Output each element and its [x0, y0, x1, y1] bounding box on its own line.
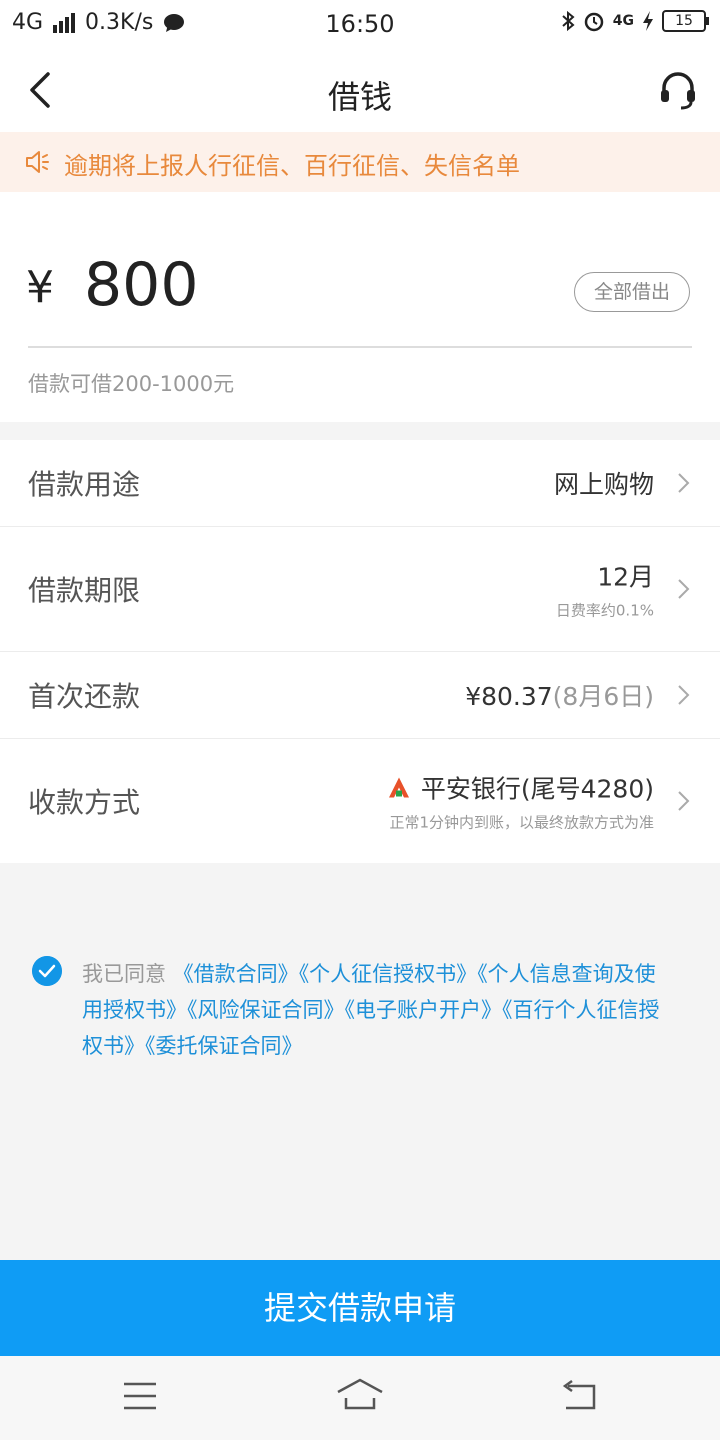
submit-loan-button[interactable]: 提交借款申请 — [0, 1260, 720, 1356]
alarm-icon — [584, 12, 604, 32]
loan-purpose-value: 网上购物 — [553, 470, 654, 499]
row-label: 收款方式 — [28, 786, 141, 819]
menu-icon[interactable] — [122, 1378, 158, 1414]
checkbox-checked-icon[interactable] — [32, 956, 62, 986]
link-loan-contract[interactable]: 《借款合同》 — [173, 962, 299, 986]
row-loan-term[interactable]: 借款期限 12月 日费率约0.1% — [0, 527, 720, 652]
row-value: 12月 日费率约0.1% — [556, 558, 654, 621]
arrival-note: 正常1分钟内到账，以最终放款方式为准 — [389, 813, 654, 832]
amount-range-hint: 借款可借200-1000元 — [28, 372, 235, 396]
notice-text: 逾期将上报人行征信、百行征信、失信名单 — [64, 152, 520, 180]
agreement-section: 我已同意 《借款合同》《个人征信授权书》《个人信息查询及使用授权书》《风险保证合… — [32, 956, 672, 1064]
amount-card: ¥ 800 全部借出 借款可借200-1000元 — [0, 192, 720, 422]
row-value: ¥80.37(8月6日) — [465, 677, 654, 713]
system-nav-bar — [0, 1356, 720, 1440]
agree-prefix: 我已同意 — [82, 962, 166, 986]
headset-icon[interactable] — [658, 70, 698, 112]
page-title: 借钱 — [327, 78, 392, 116]
daily-rate: 日费率约0.1% — [555, 601, 654, 620]
row-value: 网上购物 — [554, 465, 654, 501]
link-entrusted-guarantee-contract[interactable]: 《委托保证合同》 — [145, 1034, 303, 1058]
amount-input[interactable]: 800 — [84, 250, 199, 320]
amount-divider — [28, 346, 692, 348]
status-bar: 4G 0.3K/s 16:50 4G 15 — [0, 0, 720, 50]
overdue-notice: 逾期将上报人行征信、百行征信、失信名单 — [0, 132, 720, 192]
first-repayment-amount: ¥80.37 — [465, 682, 553, 711]
currency-symbol: ¥ — [26, 262, 54, 313]
mobile-net: 4G — [612, 13, 634, 29]
row-receive-method[interactable]: 收款方式 平安银行(尾号4280) 正常1分钟内到账，以最终放款方式为准 — [0, 739, 720, 863]
bank-account: 平安银行(尾号4280) — [420, 774, 654, 804]
chevron-right-icon — [678, 791, 690, 811]
borrow-all-button[interactable]: 全部借出 — [574, 272, 690, 312]
loan-options: 借款用途 网上购物 借款期限 12月 日费率约0.1% 首次还款 ¥80.37(… — [0, 440, 720, 863]
speaker-icon — [26, 151, 49, 173]
bank-logo-icon — [388, 777, 409, 798]
row-first-repayment[interactable]: 首次还款 ¥80.37(8月6日) — [0, 652, 720, 739]
charging-icon — [643, 11, 653, 31]
link-e-account-opening[interactable]: 《电子账户开户》 — [345, 998, 503, 1022]
link-risk-guarantee-contract[interactable]: 《风险保证合同》 — [187, 998, 345, 1022]
link-credit-authorization[interactable]: 《个人征信授权书》 — [299, 962, 478, 986]
row-label: 借款用途 — [28, 468, 141, 501]
chevron-right-icon — [678, 685, 690, 705]
loan-term-value: 12月 — [597, 562, 654, 592]
row-loan-purpose[interactable]: 借款用途 网上购物 — [0, 440, 720, 527]
row-value: 平安银行(尾号4280) 正常1分钟内到账，以最终放款方式为准 — [387, 770, 654, 833]
bluetooth-icon — [562, 10, 575, 32]
back-icon[interactable] — [560, 1378, 598, 1414]
row-label: 借款期限 — [28, 574, 141, 607]
status-right: 4G 15 — [561, 10, 709, 32]
chevron-right-icon — [678, 473, 690, 493]
nav-bar: 借钱 — [0, 50, 720, 132]
row-label: 首次还款 — [28, 680, 141, 713]
chevron-right-icon — [678, 579, 690, 599]
first-repayment-date: (8月6日) — [552, 682, 654, 711]
agreement-text: 我已同意 《借款合同》《个人征信授权书》《个人信息查询及使用授权书》《风险保证合… — [82, 956, 672, 1064]
battery-icon: 15 — [662, 10, 709, 32]
home-icon[interactable] — [336, 1378, 384, 1414]
